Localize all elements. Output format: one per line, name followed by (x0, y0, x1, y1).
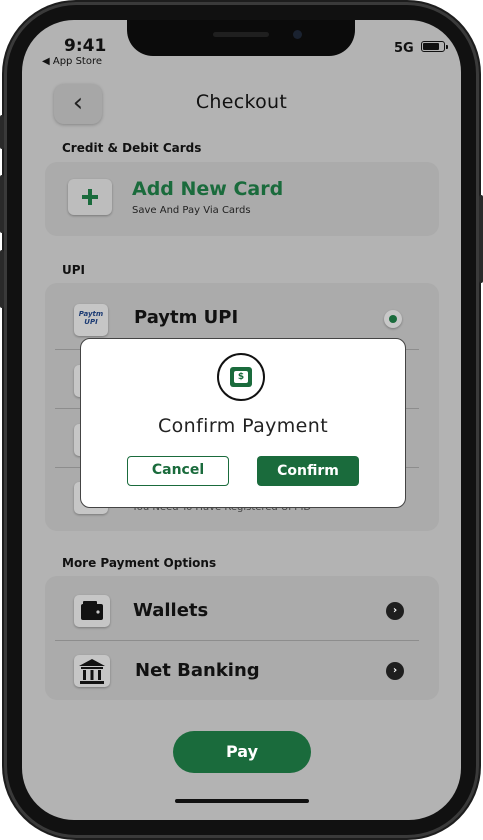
section-title-upi: UPI (62, 263, 86, 277)
back-to-app-store[interactable]: ◀ App Store (42, 56, 102, 67)
paytm-upi-logo: Paytm UPI (74, 304, 108, 336)
page-title: Checkout (195, 91, 288, 113)
battery-icon (421, 41, 445, 52)
phone-screen: 9:41 ◀ App Store 5G ‹ Checkout Credit & … (22, 20, 461, 820)
wallets-chevron-icon[interactable]: › (386, 602, 404, 620)
camera (293, 30, 302, 39)
add-card-button[interactable] (68, 179, 112, 215)
confirm-button[interactable]: Confirm (257, 456, 359, 486)
net-banking-chevron-icon[interactable]: › (386, 662, 404, 680)
silent-switch (0, 115, 4, 149)
paytm-logo-text: Paytm (78, 310, 104, 318)
network-indicator: 5G (394, 41, 414, 56)
net-banking-label[interactable]: Net Banking (135, 660, 260, 681)
add-card-title[interactable]: Add New Card (132, 178, 283, 200)
pay-button[interactable]: Pay (173, 731, 311, 773)
add-card-subtitle: Save And Pay Via Cards (132, 205, 251, 216)
section-title-cards: Credit & Debit Cards (62, 141, 202, 155)
volume-up-button (0, 175, 4, 233)
paytm-upi-label[interactable]: Paytm UPI (134, 307, 238, 328)
home-indicator[interactable] (175, 799, 309, 803)
battery-tip (446, 45, 448, 49)
wallet-icon (74, 595, 110, 627)
paytm-upi-radio[interactable] (384, 310, 402, 328)
radio-selected-dot (389, 315, 397, 323)
bank-icon (74, 655, 110, 687)
speaker (213, 32, 269, 37)
cancel-button[interactable]: Cancel (127, 456, 229, 486)
upi-logo-text: UPI (84, 318, 98, 326)
power-button (479, 195, 483, 283)
volume-down-button (0, 250, 4, 308)
wallets-label[interactable]: Wallets (133, 600, 208, 621)
status-time: 9:41 (64, 36, 107, 56)
section-title-more: More Payment Options (62, 556, 217, 570)
notch (127, 20, 355, 56)
divider (55, 640, 419, 641)
dollar-glyph: $ (237, 372, 245, 382)
payment-icon: $ (217, 353, 265, 401)
dialog-title: Confirm Payment (157, 415, 329, 437)
confirm-payment-dialog: $ Confirm Payment Cancel Confirm (80, 338, 406, 508)
